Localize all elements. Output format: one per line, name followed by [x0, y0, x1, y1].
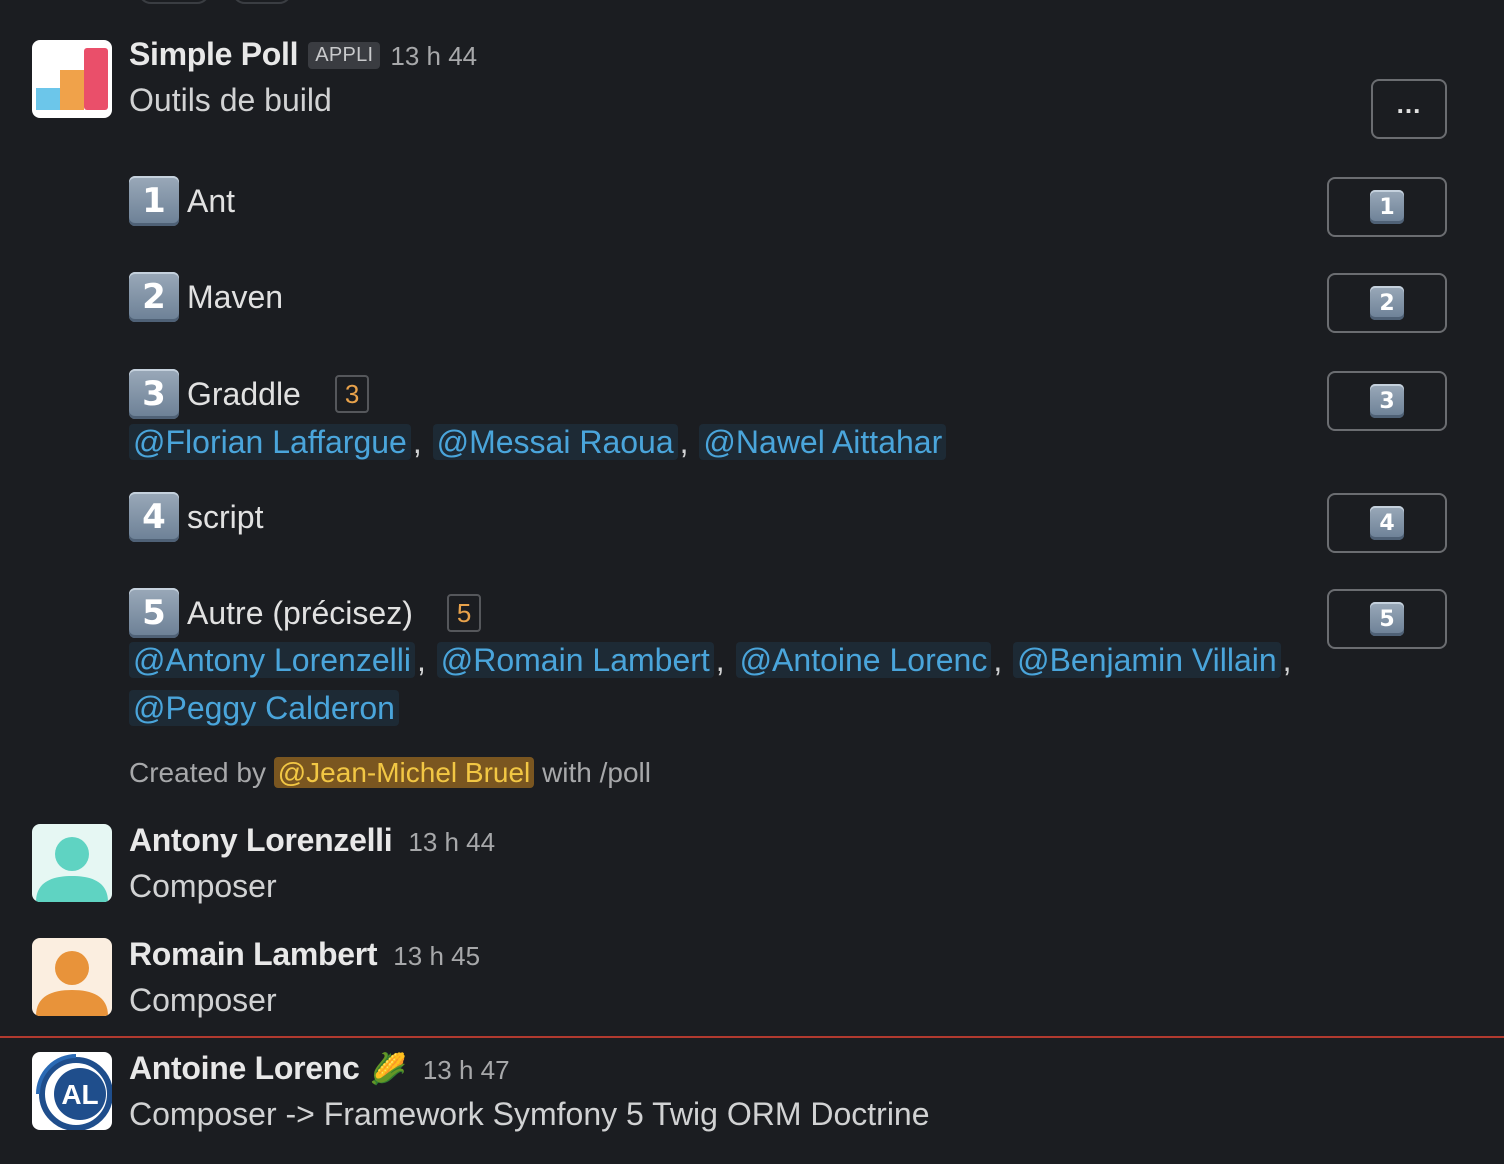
more-icon: ... — [1396, 88, 1422, 119]
poll-option-1: 1 Ant — [129, 176, 235, 226]
author-name[interactable]: Antoine Lorenc — [129, 1050, 360, 1087]
poll-more-button[interactable]: ... — [1371, 79, 1447, 139]
keycap-1-icon: 1 — [1370, 190, 1404, 224]
slack-channel: Simple Poll APPLI 13 h 44 Outils de buil… — [0, 0, 1504, 1164]
app-badge: APPLI — [308, 42, 381, 69]
created-prefix: Created by — [129, 757, 266, 788]
user-mention[interactable]: @Antoine Lorenc — [735, 642, 992, 678]
user-mention[interactable]: @Antony Lorenzelli — [129, 642, 415, 678]
vote-button-2[interactable]: 2 — [1327, 273, 1447, 333]
user-mention[interactable]: @Peggy Calderon — [129, 690, 399, 726]
keycap-5-icon: 5 — [1370, 602, 1404, 636]
default-user-icon — [36, 837, 108, 902]
message-text: Composer — [129, 982, 277, 1018]
keycap-4-icon: 4 — [129, 492, 179, 542]
poll-option-5: 5 Autre (précisez) 5 — [129, 588, 482, 638]
avatar-initials: AL — [61, 1079, 98, 1110]
poll-chart-icon — [36, 48, 108, 110]
vote-count: 5 — [446, 594, 482, 632]
new-messages-divider — [0, 1036, 1504, 1038]
message-text: Composer — [129, 868, 277, 904]
keycap-3-icon: 3 — [129, 369, 179, 419]
vote-button-5[interactable]: 5 — [1327, 589, 1447, 649]
timestamp[interactable]: 13 h 44 — [390, 41, 477, 72]
voters-list: @Antony Lorenzelli, @Romain Lambert, @An… — [129, 636, 1294, 684]
keycap-5-icon: 5 — [129, 588, 179, 638]
message-header: Romain Lambert 13 h 45 — [129, 936, 480, 973]
message-header: Antony Lorenzelli 13 h 44 — [129, 822, 495, 859]
al-logo-icon: AL — [36, 1054, 112, 1130]
user-avatar[interactable] — [32, 938, 112, 1016]
author-name[interactable]: Simple Poll — [129, 36, 298, 73]
option-label: Graddle — [187, 375, 301, 412]
user-mention[interactable]: @Nawel Aittahar — [699, 424, 947, 460]
poll-option-4: 4 script — [129, 492, 263, 542]
user-mention[interactable]: @Florian Laffargue — [129, 424, 411, 460]
creator-mention[interactable]: @Jean-Michel Bruel — [273, 757, 535, 788]
voters-list-continued: @Peggy Calderon — [129, 684, 399, 732]
poll-footer: Created by @Jean-Michel Bruel with /poll — [129, 757, 651, 789]
option-label: Autre (précisez) — [187, 594, 413, 631]
user-mention[interactable]: @Romain Lambert — [436, 642, 714, 678]
voters-list: @Florian Laffargue, @Messai Raoua, @Nawe… — [129, 418, 947, 466]
reaction-pill[interactable] — [138, 0, 210, 4]
default-user-icon — [36, 951, 108, 1016]
user-mention[interactable]: @Benjamin Villain — [1013, 642, 1281, 678]
timestamp[interactable]: 13 h 47 — [423, 1055, 510, 1086]
option-label: Maven — [187, 278, 284, 315]
message-header: Simple Poll APPLI 13 h 44 — [129, 36, 477, 73]
vote-button-1[interactable]: 1 — [1327, 177, 1447, 237]
message-text: Composer -> Framework Symfony 5 Twig ORM… — [129, 1096, 930, 1132]
author-name[interactable]: Antony Lorenzelli — [129, 822, 393, 859]
option-label: Ant — [187, 182, 236, 219]
vote-button-3[interactable]: 3 — [1327, 371, 1447, 431]
option-label: script — [187, 498, 264, 535]
keycap-2-icon: 2 — [129, 272, 179, 322]
corn-status-icon[interactable]: 🌽 — [369, 1052, 406, 1087]
created-suffix: with /poll — [542, 757, 651, 788]
user-avatar[interactable]: AL — [32, 1052, 112, 1130]
poll-option-2: 2 Maven — [129, 272, 283, 322]
keycap-4-icon: 4 — [1370, 506, 1404, 540]
keycap-2-icon: 2 — [1370, 286, 1404, 320]
author-name[interactable]: Romain Lambert — [129, 936, 378, 973]
timestamp[interactable]: 13 h 45 — [393, 941, 480, 972]
vote-button-4[interactable]: 4 — [1327, 493, 1447, 553]
vote-count: 3 — [334, 375, 370, 413]
message-header: Antoine Lorenc 🌽 13 h 47 — [129, 1050, 510, 1087]
reaction-pill[interactable] — [232, 0, 292, 4]
user-avatar[interactable] — [32, 824, 112, 902]
keycap-3-icon: 3 — [1370, 384, 1404, 418]
keycap-1-icon: 1 — [129, 176, 179, 226]
poll-option-3: 3 Graddle 3 — [129, 369, 370, 419]
user-mention[interactable]: @Messai Raoua — [432, 424, 678, 460]
poll-title: Outils de build — [129, 82, 332, 118]
timestamp[interactable]: 13 h 44 — [408, 827, 495, 858]
simple-poll-avatar[interactable] — [32, 40, 112, 118]
